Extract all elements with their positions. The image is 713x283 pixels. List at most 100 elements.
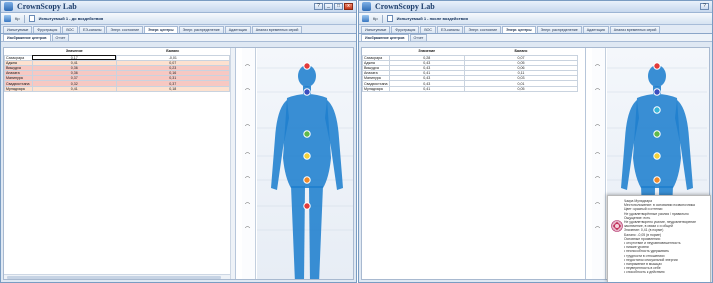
chakra-name-cell: Свадхистхана	[362, 80, 390, 87]
value-cell[interactable]: 0,41	[31, 85, 117, 92]
line-marker-icon[interactable]: ⌒	[595, 178, 603, 183]
table-row[interactable]: Муладхара 0,41 0,05	[362, 85, 579, 92]
line-marker-icon[interactable]: ⌒	[595, 90, 603, 95]
app-logo-icon	[362, 2, 371, 11]
line-marker-icon[interactable]: ⌒	[245, 126, 253, 131]
table-row[interactable]: Муладхара 0,41 0,18	[4, 85, 231, 92]
content-area: Значение Баланс Сахасрара 0,17 -0,01 Аджна 0…	[3, 47, 354, 280]
balance-cell[interactable]: 0,05	[463, 85, 579, 92]
main-tab-5[interactable]: Энерг. центры	[502, 26, 536, 33]
chakra-name-cell: Свадхистхана	[4, 80, 33, 87]
chakra-info-text: Чакра Муладхара Местоположение: в основан…	[624, 199, 710, 275]
main-tab-3[interactable]: ЕЭ-каналы	[78, 26, 106, 33]
line-markers-column: ⌒ ⌒ ⌒ ⌒ ⌒ ⌒ ⌒	[242, 48, 256, 279]
energy-centers-table: Значение Баланс Сахасрара 0,28 0,07 Аджна 0,…	[362, 48, 579, 92]
balance-column-header: Баланс	[464, 48, 578, 55]
popup-line: • способность к действию	[624, 270, 665, 275]
balance-cell[interactable]: 0,18	[115, 85, 231, 92]
main-tabs: Испытуемые Фрустрация ВОС ЕЭ-каналы Энерг. с…	[1, 25, 356, 34]
chakra-marker	[653, 106, 661, 114]
line-marker-icon[interactable]: ⌒	[245, 228, 253, 233]
document-title: Испытуемый 1 - после воздействия	[396, 16, 468, 21]
toolbar-icon[interactable]	[362, 15, 369, 22]
line-marker-icon[interactable]: ⌒	[245, 178, 253, 183]
sub-tab-1[interactable]: Отчет	[51, 34, 70, 41]
chakra-marker	[303, 176, 311, 184]
vertical-scrollbar[interactable]	[230, 48, 235, 279]
line-marker-icon[interactable]: ⌒	[595, 154, 603, 159]
chakra-marker	[303, 88, 311, 96]
sub-tab-0[interactable]: Изображение центров	[361, 34, 409, 41]
table-pane: Значение Баланс Сахасрара 0,17 -0,01 Аджна 0…	[4, 48, 236, 279]
chakra-marker	[303, 130, 311, 138]
sub-tabs: Изображение центров Отчет	[1, 34, 356, 42]
sub-tabs: Изображение центров Отчет	[359, 34, 712, 42]
chakra-marker	[303, 152, 311, 160]
chakra-name-cell: Муладхара	[4, 85, 33, 92]
main-tab-8[interactable]: Анализ временных серий	[251, 26, 303, 33]
document-title: Испытуемый 1 - до воздействия	[38, 16, 104, 21]
chakra-mandala-icon	[611, 220, 623, 232]
line-marker-icon[interactable]: ⌒	[245, 204, 253, 209]
scrollbar-thumb[interactable]	[7, 276, 221, 279]
main-tab-7[interactable]: Адаптация	[224, 26, 251, 33]
minimize-button[interactable]: _	[324, 3, 333, 10]
document-icon	[386, 15, 393, 22]
body-shape	[271, 65, 343, 279]
main-tab-2[interactable]: ВОС	[62, 26, 78, 33]
line-marker-icon[interactable]: ⌒	[595, 204, 603, 209]
line-marker-icon[interactable]: ⌒	[595, 228, 603, 233]
maximize-button[interactable]: □	[334, 3, 343, 10]
app-title: CrownScopy Lab	[17, 2, 77, 11]
main-tab-1[interactable]: Фрустрация	[33, 26, 62, 33]
document-icon	[28, 15, 35, 22]
table-pane: Значение Баланс Сахасрара 0,28 0,07 Аджна 0,…	[362, 48, 586, 279]
title-bar: CrownScopy Lab ?	[359, 1, 712, 13]
main-tab-8[interactable]: Анализ временных серий	[609, 26, 661, 33]
line-marker-icon[interactable]: ⌒	[595, 126, 603, 131]
main-tab-0[interactable]: Испытуемые	[3, 26, 33, 33]
main-tab-4[interactable]: Энерг. состояние	[106, 26, 144, 33]
chakra-marker	[653, 152, 661, 160]
content-area: Значение Баланс Сахасрара 0,28 0,07 Аджна 0,…	[361, 47, 711, 282]
line-marker-icon[interactable]: ⌒	[595, 66, 603, 71]
balance-column-header: Баланс	[116, 48, 230, 55]
main-tab-0[interactable]: Испытуемые	[361, 26, 391, 33]
line-marker-icon[interactable]: ⌒	[245, 154, 253, 159]
line-marker-icon[interactable]: ⌒	[245, 66, 253, 71]
help-button[interactable]: ?	[314, 3, 323, 10]
main-tab-6[interactable]: Энерг. распределение	[536, 26, 582, 33]
line-markers-column: ⌒ ⌒ ⌒ ⌒ ⌒ ⌒ ⌒	[592, 48, 606, 279]
main-tab-4[interactable]: Энерг. состояние	[464, 26, 502, 33]
toolbar-button-label[interactable]: Кр	[373, 16, 378, 21]
main-tab-5[interactable]: Энерг. центры	[144, 26, 178, 33]
help-button[interactable]: ?	[700, 3, 709, 10]
main-tab-1[interactable]: Фрустрация	[391, 26, 420, 33]
main-tabs: Испытуемые Фрустрация ВОС ЕЭ-каналы Энерг. с…	[359, 25, 712, 34]
toolbar-separator	[23, 14, 25, 23]
body-figure-pane	[257, 48, 353, 279]
value-column-header: Значение	[389, 48, 465, 55]
sub-tab-1[interactable]: Отчет	[409, 34, 428, 41]
main-tab-3[interactable]: ЕЭ-каналы	[436, 26, 464, 33]
energy-centers-table: Значение Баланс Сахасрара 0,17 -0,01 Аджна 0…	[4, 48, 231, 92]
name-column-header	[362, 48, 390, 55]
toolbar-button-label[interactable]: Кр	[15, 16, 20, 21]
sub-tab-0[interactable]: Изображение центров	[3, 34, 51, 41]
main-tab-2[interactable]: ВОС	[420, 26, 436, 33]
app-window-after: CrownScopy Lab ? Кр Испытуемый 1 - после…	[358, 0, 713, 283]
app-title: CrownScopy Lab	[375, 2, 435, 11]
main-tab-7[interactable]: Адаптация	[582, 26, 609, 33]
line-marker-icon[interactable]: ⌒	[245, 90, 253, 95]
value-cell[interactable]: 0,41	[388, 85, 465, 92]
close-button[interactable]: x	[344, 3, 353, 10]
toolbar-icon[interactable]	[4, 15, 11, 22]
app-window-before: CrownScopy Lab ? _ □ x Кр Испытуемый 1 -…	[0, 0, 357, 283]
app-logo-icon	[4, 2, 13, 11]
main-tab-6[interactable]: Энерг. распределение	[178, 26, 224, 33]
chakra-marker	[653, 62, 661, 70]
toolbar: Кр Испытуемый 1 - до воздействия	[1, 13, 356, 25]
toolbar-separator	[381, 14, 383, 23]
window-controls: ? _ □ x	[314, 3, 353, 10]
horizontal-scrollbar[interactable]	[4, 274, 230, 279]
